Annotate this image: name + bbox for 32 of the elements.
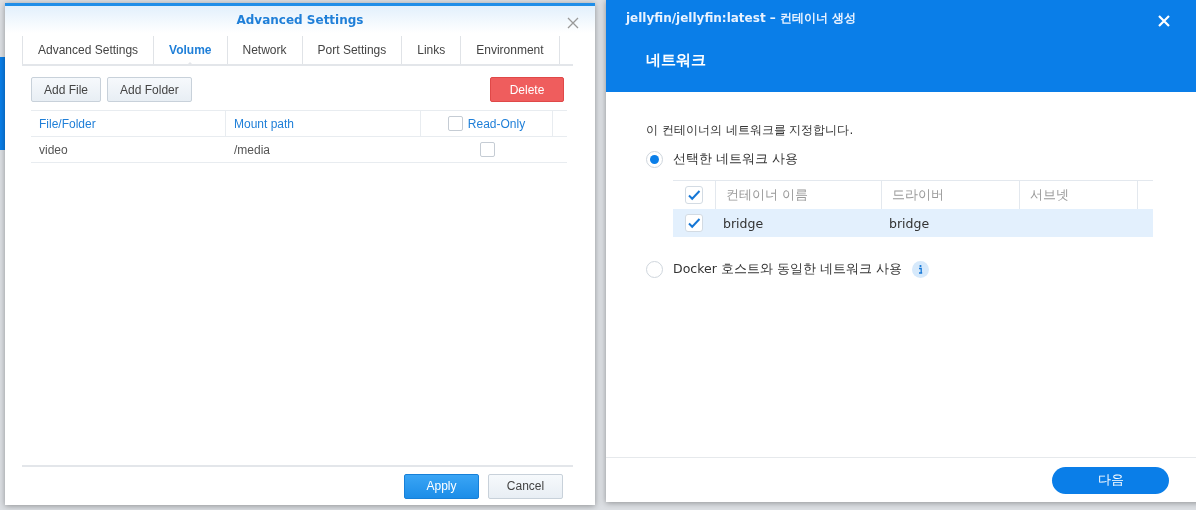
dialog-title: jellyfin/jellyfin:latest – 컨테이너 생성: [626, 10, 857, 27]
table-cell-text: video: [38, 141, 69, 159]
cancel-button[interactable]: Cancel: [488, 473, 563, 499]
radio-button[interactable]: [646, 261, 663, 278]
column-header: File/Folder: [31, 111, 226, 136]
column-header: Read-Only: [467, 116, 526, 131]
tab[interactable]: Network: [226, 36, 302, 64]
dialog-title: Advanced Settings: [236, 12, 364, 27]
tab[interactable]: Volume: [153, 36, 227, 64]
description-text: 이 컨테이너의 네트워크를 지정합니다.: [646, 122, 855, 139]
option-label[interactable]: 선택한 네트워크 사용: [673, 151, 798, 168]
table-cell-text: bridge: [722, 215, 765, 231]
checkbox[interactable]: [685, 214, 703, 232]
checkbox[interactable]: [447, 116, 463, 131]
next-button[interactable]: 다음: [1052, 466, 1169, 494]
close-icon[interactable]: [1158, 12, 1170, 24]
toolbar-button[interactable]: Add Folder: [107, 77, 192, 102]
checkbox[interactable]: [479, 142, 495, 157]
tab[interactable]: Environment: [460, 36, 560, 64]
tab[interactable]: Links: [401, 36, 461, 64]
tab[interactable]: Port Settings: [301, 36, 402, 64]
table-cell-text: bridge: [888, 215, 931, 231]
checkbox[interactable]: [685, 186, 703, 204]
tab[interactable]: Advanced Settings: [22, 36, 154, 64]
radio-button[interactable]: [646, 151, 663, 168]
info-icon[interactable]: [911, 261, 929, 278]
step-heading: 네트워크: [646, 51, 706, 70]
table-row[interactable]: bridge bridge: [673, 209, 1153, 237]
table-cell-text: /media: [233, 141, 272, 159]
toolbar-button[interactable]: Add File: [31, 77, 102, 102]
column-header: Mount path: [226, 111, 421, 136]
option-label[interactable]: Docker 호스트와 동일한 네트워크 사용: [673, 261, 902, 278]
